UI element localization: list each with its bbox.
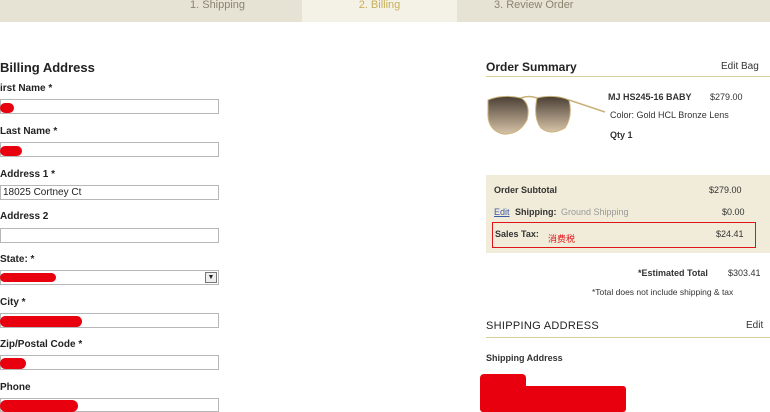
divider [486,337,770,338]
address1-label: Address 1 * [0,169,56,180]
redaction-mark [0,146,22,156]
address1-field[interactable]: 18025 Cortney Ct [0,185,219,200]
address2-label: Address 2 [0,211,49,222]
state-label: State: * [0,254,35,265]
zip-field[interactable] [0,355,219,370]
step-shipping[interactable]: 1. Shipping [190,0,300,22]
product-color: Color: Gold HCL Bronze Lens [610,110,729,120]
edit-shipping-address-link[interactable]: Edit [746,320,763,331]
redaction-mark [0,316,82,327]
shipping-method: Ground Shipping [561,207,629,217]
product-name[interactable]: MJ HS245-16 BABY [608,92,692,102]
sales-tax-value: $24.41 [716,229,744,239]
sales-tax-label: Sales Tax: [495,229,539,239]
redaction-mark [0,273,56,282]
total-note: *Total does not include shipping & tax [592,287,734,297]
shipping-label: Shipping: [515,207,557,217]
step-review-order[interactable]: 3. Review Order [494,0,614,22]
zip-label: Zip/Postal Code * [0,339,83,350]
divider [486,76,770,77]
estimated-total-label: *Estimated Total [638,268,708,278]
product-qty: Qty 1 [610,130,633,140]
redaction-mark [0,400,78,412]
subtotal-value: $279.00 [709,185,742,195]
redaction-mark [0,103,14,113]
first-name-field[interactable] [0,99,219,114]
redaction-mark [480,386,626,412]
chevron-down-icon[interactable]: ▼ [205,272,217,283]
shipping-address-label: Shipping Address [486,353,563,363]
edit-bag-link[interactable]: Edit Bag [721,61,759,72]
checkout-steps-bar: 1. Shipping 2. Billing 3. Review Order [0,0,770,22]
last-name-field[interactable] [0,142,219,157]
redaction-mark [0,358,26,369]
sales-tax-annotation: 消费税 [548,234,576,244]
step-billing[interactable]: 2. Billing [302,0,457,22]
estimated-total-value: $303.41 [728,268,761,278]
order-summary-title: Order Summary [486,60,577,74]
subtotal-label: Order Subtotal [494,185,558,195]
product-price: $279.00 [710,92,743,102]
sunglasses-image [487,95,606,135]
first-name-label: irst Name * [0,83,53,94]
last-name-label: Last Name * [0,126,58,137]
address2-field[interactable] [0,228,219,243]
phone-label: Phone [0,382,31,393]
edit-shipping-link[interactable]: Edit [494,207,510,217]
shipping-address-title: SHIPPING ADDRESS [486,320,599,332]
city-label: City * [0,297,26,308]
billing-address-title: Billing Address [0,60,95,75]
shipping-value: $0.00 [722,207,745,217]
